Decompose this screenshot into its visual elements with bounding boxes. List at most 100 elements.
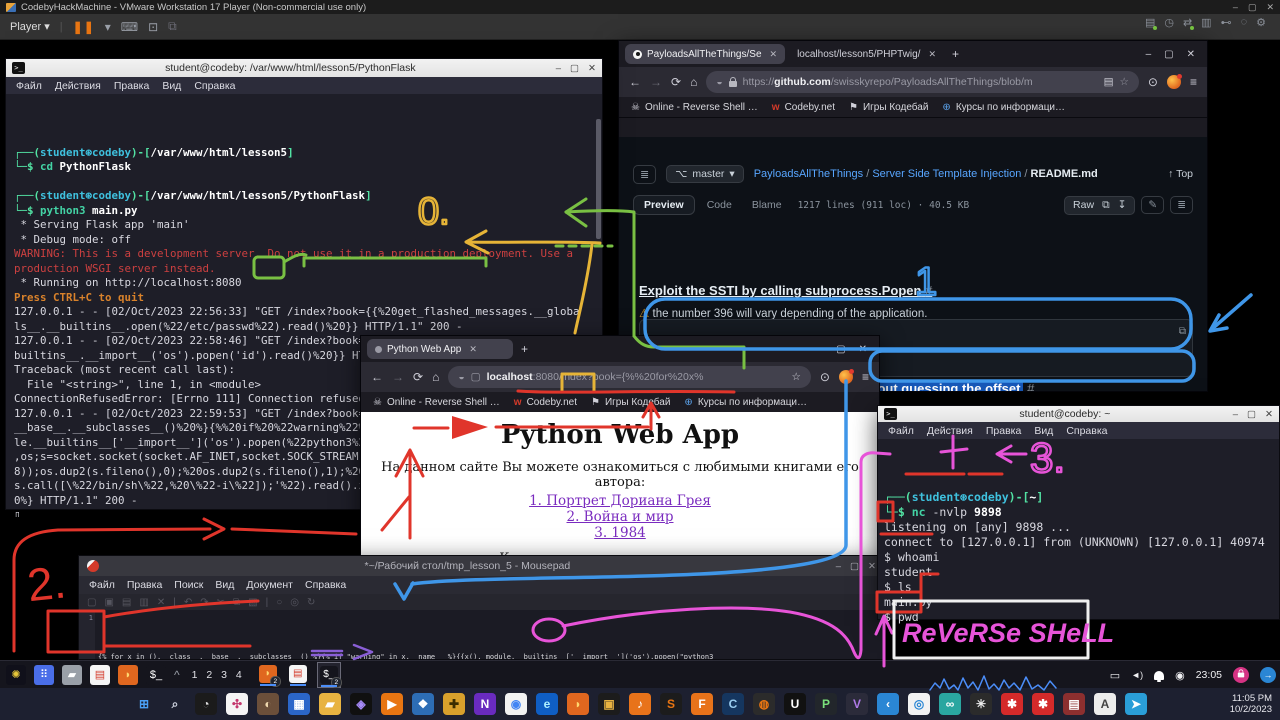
breadcrumb[interactable]: PayloadsAllTheThings / Server Side Templ…: [754, 168, 1098, 180]
window-controls[interactable]: – ▢ ✕: [556, 63, 596, 74]
speedtest-icon[interactable]: ◔: [195, 693, 217, 715]
maximize-icon[interactable]: ▢: [570, 63, 579, 74]
breadcrumb-segment[interactable]: Server Side Template Injection: [872, 168, 1021, 180]
notification-bell-icon[interactable]: [1154, 671, 1164, 680]
close-icon[interactable]: ✕: [1187, 49, 1195, 60]
bookmark-item[interactable]: ⊕Курсы по информаци…: [684, 397, 807, 408]
file-manager-icon[interactable]: ▰: [62, 665, 82, 685]
view-tabs[interactable]: PreviewCodeBlame: [633, 195, 790, 215]
vm-clock[interactable]: 23:05: [1196, 669, 1222, 681]
minimize-icon[interactable]: –: [1233, 409, 1238, 420]
settings-red2-icon[interactable]: ✱: [1032, 693, 1054, 715]
minimize-icon[interactable]: –: [1233, 2, 1238, 13]
player-menu[interactable]: Player ▾: [10, 20, 50, 33]
download-icon[interactable]: ↧: [1118, 199, 1127, 212]
close-icon[interactable]: ✕: [588, 63, 596, 74]
close-icon[interactable]: ✕: [1265, 409, 1273, 420]
new-tab-button[interactable]: +: [521, 342, 528, 356]
window-controls[interactable]: – ▢ ✕: [818, 344, 873, 355]
terminal-icon[interactable]: $_: [146, 665, 166, 685]
pocket-icon[interactable]: ⊙: [820, 370, 830, 384]
bookmark-star-icon[interactable]: ☆: [1120, 76, 1129, 88]
telegram-icon[interactable]: ➤: [1125, 693, 1147, 715]
terminal-running[interactable]: $_ 2: [317, 662, 341, 688]
bookmark-item[interactable]: wCodeby.net: [514, 397, 577, 408]
sidebar-toggle-icon[interactable]: ≣: [633, 165, 656, 184]
loop-icon[interactable]: ∞: [939, 693, 961, 715]
terminal-titlebar[interactable]: >_ student@codeby: /var/www/html/lesson5…: [6, 59, 602, 77]
reload-icon[interactable]: ⟳: [671, 75, 681, 89]
suspend-caret-icon[interactable]: ▾: [105, 20, 111, 34]
maximize-icon[interactable]: ▢: [850, 561, 859, 572]
painter-icon[interactable]: ▤: [1063, 693, 1085, 715]
bookmark-star-icon[interactable]: ☆: [792, 371, 801, 383]
back-to-top-link[interactable]: ↑ Top: [1168, 168, 1193, 180]
window-controls[interactable]: – ▢ ✕: [836, 561, 876, 572]
chrome-profile-icon[interactable]: A: [1094, 693, 1116, 715]
toolbar-icon[interactable]: ▣: [104, 597, 113, 608]
spider-icon[interactable]: ✳: [970, 693, 992, 715]
cinema4d-icon[interactable]: C: [722, 693, 744, 715]
search-icon[interactable]: ⌕: [164, 693, 186, 715]
new-tab-button[interactable]: +: [952, 47, 959, 61]
book-link[interactable]: 2. Война и мир: [361, 509, 879, 525]
calendar-icon[interactable]: ▦: [288, 693, 310, 715]
device-status-icon[interactable]: ⚙: [1256, 16, 1266, 29]
edit-pencil-icon[interactable]: ✎: [1141, 196, 1164, 214]
bookmark-item[interactable]: ⊕Курсы по информаци…: [942, 102, 1065, 113]
start-button[interactable]: ⊞: [133, 693, 155, 715]
branch-selector[interactable]: ⌥master▾: [666, 165, 743, 183]
bookmark-item[interactable]: ☠Online - Reverse Shell …: [631, 102, 758, 113]
bookmark-item[interactable]: ⚑Игры Кодебай: [849, 102, 928, 113]
kali-menu-icon[interactable]: ✺: [6, 665, 26, 685]
bookmark-item[interactable]: ⚑Игры Кодебай: [591, 397, 670, 408]
windows-taskbar[interactable]: ⊞⌕◔✣◐▦▰◈▶❖✚N◉e◗▣♪SFC◍UPV‹◎∞✳✱✱▤A➤: [0, 688, 1280, 720]
menu-item[interactable]: Поиск: [174, 579, 203, 591]
menu-item[interactable]: Файл: [16, 80, 42, 92]
menu-item[interactable]: Действия: [55, 80, 101, 92]
vmware-player-icon[interactable]: ▶: [381, 693, 403, 715]
toolbar-icon[interactable]: ✕: [157, 597, 165, 608]
windows-clock[interactable]: 11:05 PM 10/2/2023: [1230, 693, 1272, 715]
terminal-output[interactable]: ┌──(student⊛codeby)-[~]└─$ nc -nvlp 9898…: [878, 439, 1279, 627]
tab-close-icon[interactable]: ✕: [928, 49, 936, 60]
blender-icon[interactable]: ◍: [753, 693, 775, 715]
vscode-icon[interactable]: ‹: [877, 693, 899, 715]
back-icon[interactable]: ←: [371, 370, 383, 384]
ctrl-alt-del-icon[interactable]: ⌨: [121, 20, 138, 34]
window-controls[interactable]: – ▢ ✕: [1146, 49, 1201, 60]
outline-icon[interactable]: ≣: [1170, 196, 1193, 214]
menu-item[interactable]: Справка: [305, 579, 346, 591]
menu-item[interactable]: Справка: [194, 80, 235, 92]
terminal-titlebar[interactable]: >_ student@codeby: ~ – ▢ ✕: [878, 406, 1279, 422]
tab-close-icon[interactable]: ✕: [770, 49, 778, 60]
firefox-icon[interactable]: ◗: [118, 665, 138, 685]
vmware-cube-icon[interactable]: ❖: [412, 693, 434, 715]
power-icon[interactable]: ◉: [1175, 669, 1185, 682]
url-bar[interactable]: ◒ ▢ localhost:8080/index?book={%%20for%2…: [448, 366, 811, 388]
menu-item[interactable]: Действия: [927, 425, 973, 437]
copy-icon[interactable]: ⧉: [1179, 325, 1186, 339]
menu-icon[interactable]: ≡: [862, 370, 869, 384]
bookmark-item[interactable]: wCodeby.net: [772, 102, 835, 113]
toolbar-icon[interactable]: ▧: [248, 597, 257, 608]
back-icon[interactable]: ←: [629, 75, 641, 89]
mousepad-titlebar[interactable]: *~/Рабочий стол/tmp_lesson_5 - Mousepad …: [79, 556, 884, 576]
toolbar-icon[interactable]: ↷: [200, 597, 208, 608]
arrows-icon[interactable]: ✚: [443, 693, 465, 715]
vmware-window-controls[interactable]: – ▢ ✕: [1233, 2, 1274, 13]
mousepad-icon[interactable]: ▤: [90, 665, 110, 685]
menu-item[interactable]: Документ: [246, 579, 293, 591]
maximize-icon[interactable]: ▢: [836, 344, 845, 355]
scrollbar[interactable]: [596, 119, 601, 239]
unreal-icon[interactable]: U: [784, 693, 806, 715]
sublime-icon[interactable]: S: [660, 693, 682, 715]
minimize-icon[interactable]: –: [556, 63, 561, 74]
toolbar-icon[interactable]: ◎: [290, 597, 299, 608]
toolbar-icon[interactable]: ✂: [217, 597, 225, 608]
firefox-account-icon[interactable]: [1167, 75, 1181, 89]
menu-item[interactable]: Файл: [89, 579, 115, 591]
menu-item[interactable]: Справка: [1066, 425, 1107, 437]
visual-studio-icon[interactable]: V: [846, 693, 868, 715]
file-explorer-icon[interactable]: ▰: [319, 693, 341, 715]
